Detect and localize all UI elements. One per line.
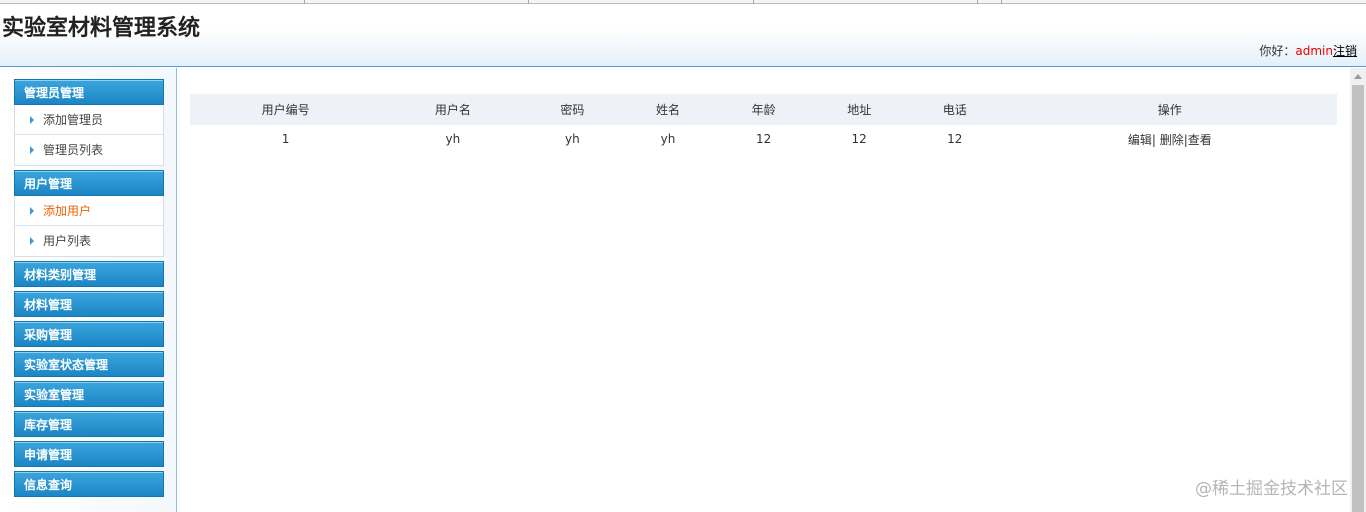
table-cell: 12 bbox=[755, 132, 772, 146]
sidebar-item-label: 添加管理员 bbox=[43, 113, 104, 127]
sidebar-item-label: 管理员列表 bbox=[43, 143, 104, 157]
sidebar-group-header[interactable]: 申请管理 bbox=[14, 441, 164, 467]
sidebar-group-header[interactable]: 信息查询 bbox=[14, 471, 164, 497]
sidebar-group-header[interactable]: 实验室状态管理 bbox=[14, 351, 164, 377]
header: 实验室材料管理系统 你好：admin注销 bbox=[0, 4, 1366, 67]
sidebar-group-header[interactable]: 管理员管理 bbox=[14, 79, 164, 105]
user-table: 用户编号 用户名 密码 姓名 年龄 地址 电话 操作 1 yh yh yh 12 12 12 编辑| 删除|… bbox=[190, 94, 1337, 153]
scrollbar-thumb[interactable] bbox=[1352, 85, 1364, 512]
sidebar-item[interactable]: 管理员列表 bbox=[15, 135, 163, 165]
sidebar-group-header[interactable]: 库存管理 bbox=[14, 411, 164, 437]
app-title: 实验室材料管理系统 bbox=[2, 16, 201, 41]
sidebar-group-header[interactable]: 材料类别管理 bbox=[14, 261, 164, 287]
sidebar: 管理员管理添加管理员管理员列表用户管理添加用户用户列表材料类别管理 材料管理采购管… bbox=[0, 68, 177, 512]
column-header: 密码 bbox=[524, 94, 621, 125]
table-cell: yh bbox=[565, 132, 580, 146]
user-greeting: 你好：admin注销 bbox=[1259, 42, 1357, 59]
table-cell: 12 bbox=[851, 132, 867, 146]
column-header: 用户编号 bbox=[190, 94, 382, 125]
column-header: 地址 bbox=[811, 94, 907, 125]
table-header-row: 用户编号 用户名 密码 姓名 年龄 地址 电话 操作 bbox=[190, 94, 1337, 125]
main-content: 用户编号 用户名 密码 姓名 年龄 地址 电话 操作 1 yh yh yh 12 12 12 编辑| 删除|… bbox=[178, 68, 1350, 512]
table-cell: 1 bbox=[281, 132, 290, 146]
watermark: @稀土掘金技术社区 bbox=[1195, 479, 1348, 499]
greeting-label: 你好： bbox=[1259, 44, 1296, 58]
table-cell: yh bbox=[445, 132, 461, 146]
sidebar-item-label: 用户列表 bbox=[43, 234, 92, 248]
chevron-right-icon bbox=[30, 116, 34, 124]
sidebar-item[interactable]: 添加管理员 bbox=[15, 105, 163, 135]
actions-cell: 编辑| 删除|查看 bbox=[1003, 125, 1337, 153]
sidebar-group-header[interactable]: 采购管理 bbox=[14, 321, 164, 347]
sidebar-group-header[interactable]: 用户管理 bbox=[14, 170, 164, 196]
delete-link[interactable]: 删除 bbox=[1160, 133, 1184, 147]
table-row: 1 yh yh yh 12 12 12 编辑| 删除|查看 bbox=[190, 125, 1337, 153]
column-header: 操作 bbox=[1002, 94, 1337, 125]
scroll-up-icon[interactable] bbox=[1354, 74, 1362, 79]
username: admin bbox=[1295, 44, 1333, 58]
sidebar-submenu: 添加用户 用户列表 bbox=[14, 196, 164, 257]
chevron-right-icon bbox=[30, 207, 34, 215]
sidebar-item[interactable]: 添加用户 bbox=[15, 196, 163, 226]
vertical-scrollbar[interactable] bbox=[1350, 68, 1366, 512]
table-cell: 12 bbox=[947, 132, 963, 146]
logout-link[interactable]: 注销 bbox=[1333, 44, 1357, 58]
edit-link[interactable]: 编辑| bbox=[1128, 133, 1156, 147]
table-cell: yh bbox=[660, 132, 676, 146]
column-header: 姓名 bbox=[620, 94, 716, 125]
column-header: 用户名 bbox=[381, 94, 525, 125]
sidebar-item-label: 添加用户 bbox=[43, 204, 92, 218]
sidebar-item[interactable]: 用户列表 bbox=[15, 226, 163, 256]
sidebar-submenu: 添加管理员管理员列表 bbox=[14, 105, 164, 166]
chevron-right-icon bbox=[30, 146, 34, 154]
view-link[interactable]: 查看 bbox=[1188, 133, 1212, 147]
column-header: 年龄 bbox=[715, 94, 812, 125]
chevron-right-icon bbox=[30, 237, 34, 245]
sidebar-menu: 管理员管理添加管理员管理员列表用户管理添加用户用户列表材料类别管理 材料管理采购管… bbox=[14, 79, 164, 501]
column-header: 电话 bbox=[907, 94, 1003, 125]
sidebar-group-header[interactable]: 实验室管理 bbox=[14, 381, 164, 407]
sidebar-group-header[interactable]: 材料管理 bbox=[14, 291, 164, 317]
